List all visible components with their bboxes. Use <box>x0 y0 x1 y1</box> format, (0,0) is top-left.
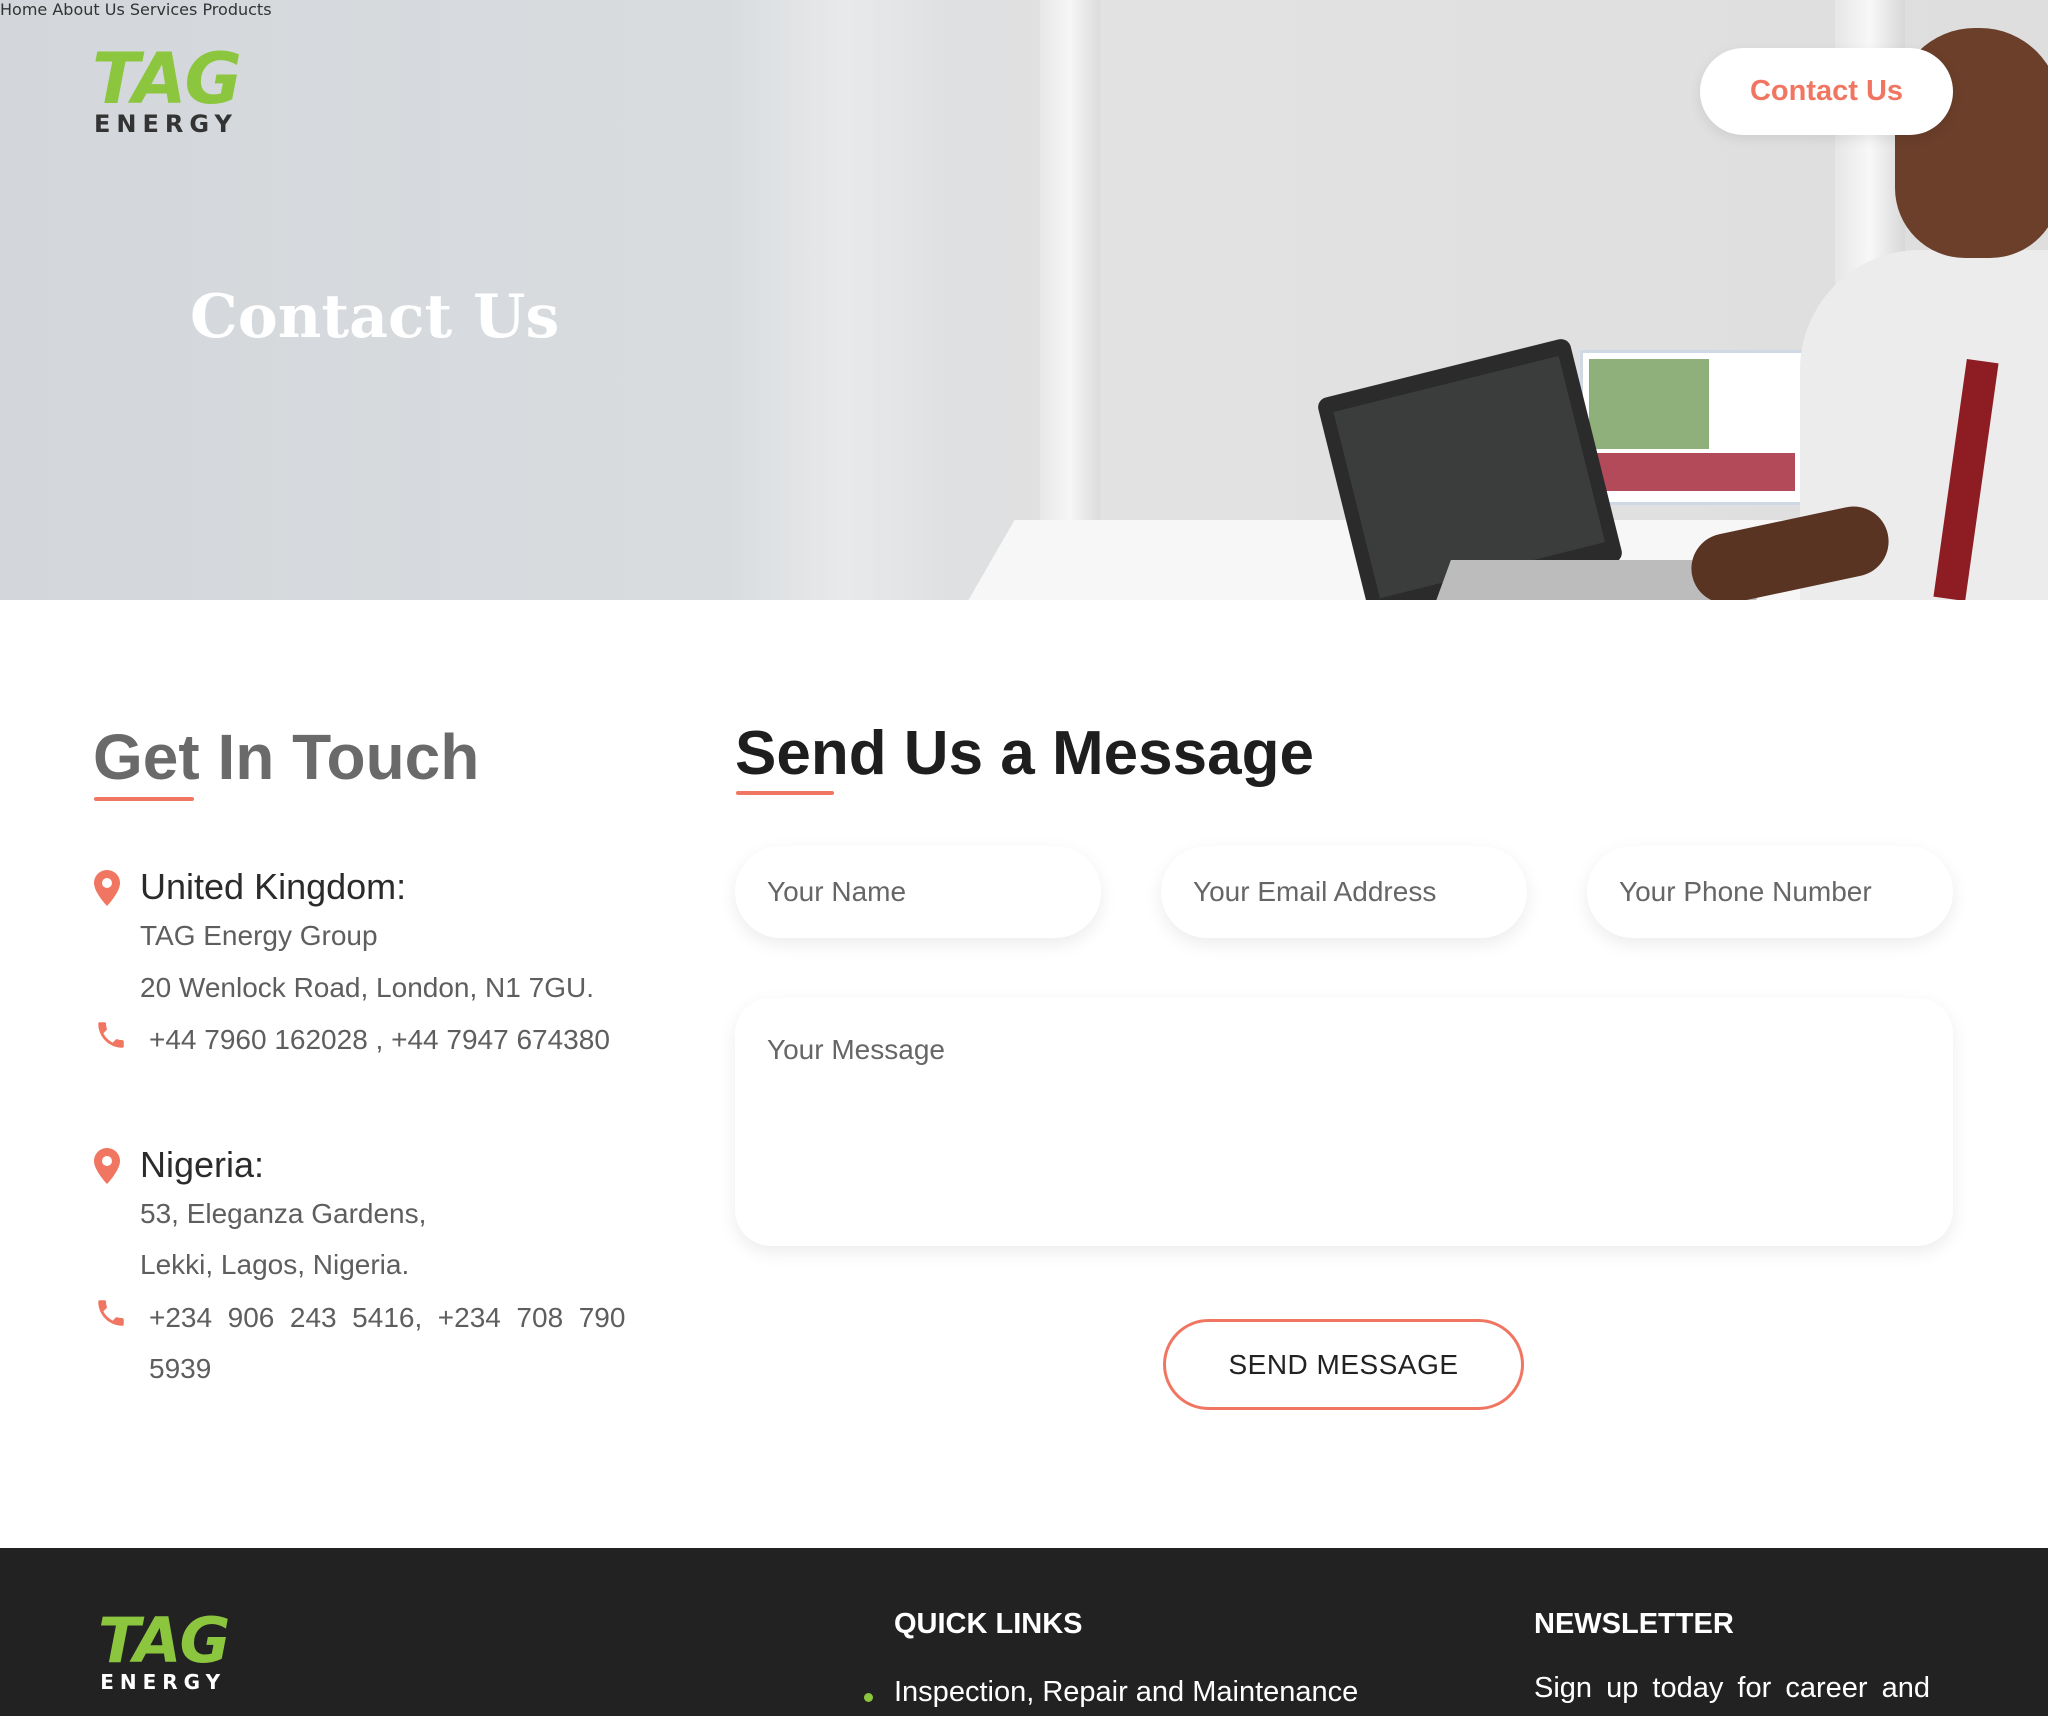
location-pin-icon <box>94 1148 120 1184</box>
site-footer: TAG ENERGY QUICK LINKS Inspection, Repai… <box>0 1548 2048 1716</box>
nigeria-address-line2: Lekki, Lagos, Nigeria. <box>140 1249 410 1280</box>
email-input[interactable] <box>1161 846 1527 938</box>
nigeria-phone-numbers-cont[interactable]: 5939 <box>149 1353 211 1385</box>
heading-underline <box>94 797 194 801</box>
message-textarea[interactable] <box>735 998 1953 1246</box>
uk-company-name: TAG Energy Group <box>140 920 378 951</box>
send-message-button[interactable]: SEND MESSAGE <box>1163 1319 1524 1410</box>
nav-home[interactable]: Home <box>0 0 47 19</box>
location-pin-icon <box>94 870 120 906</box>
name-input[interactable] <box>735 846 1101 938</box>
nav-services[interactable]: Services <box>130 0 197 19</box>
hero-wall-shade <box>730 0 960 600</box>
hero-desk-calendar <box>1580 350 1805 505</box>
quick-link-item[interactable]: Inspection, Repair and Maintenance <box>894 1676 1358 1709</box>
logo-wordmark: TAG <box>98 1604 230 1677</box>
list-bullet <box>864 1693 873 1702</box>
hero-column <box>1040 0 1100 600</box>
logo-subtitle: ENERGY <box>100 1670 227 1694</box>
phone-icon <box>98 1300 124 1326</box>
quick-links-heading: QUICK LINKS <box>894 1608 1083 1640</box>
hero-banner: TAG ENERGY Home About Us Services Produc… <box>0 0 2048 600</box>
logo-wordmark: TAG <box>92 38 242 120</box>
nav-products[interactable]: Products <box>202 0 271 19</box>
uk-address: 20 Wenlock Road, London, N1 7GU. <box>140 972 594 1003</box>
nigeria-phone-numbers[interactable]: +234 906 243 5416, +234 708 790 <box>149 1302 625 1334</box>
newsletter-text: Sign up today for career and <box>1534 1672 1930 1704</box>
page-title: Contact Us <box>190 282 560 352</box>
nigeria-region-title: Nigeria: <box>140 1144 265 1185</box>
main-nav: Home About Us Services Products <box>0 0 2048 19</box>
logo-subtitle: ENERGY <box>94 110 238 138</box>
heading-underline <box>736 791 834 795</box>
newsletter-heading: NEWSLETTER <box>1534 1608 1734 1640</box>
header-logo[interactable]: TAG ENERGY <box>92 38 242 138</box>
uk-phone-numbers[interactable]: +44 7960 162028 , +44 7947 674380 <box>149 1024 610 1056</box>
phone-icon <box>98 1022 124 1048</box>
uk-region-title: United Kingdom: <box>140 866 407 907</box>
phone-input[interactable] <box>1587 846 1953 938</box>
get-in-touch-heading: Get In Touch <box>93 721 480 793</box>
footer-logo[interactable]: TAG ENERGY <box>98 1604 230 1694</box>
nav-about-us[interactable]: About Us <box>52 0 124 19</box>
contact-us-button[interactable]: Contact Us <box>1700 48 1953 135</box>
nigeria-address-line1: 53, Eleganza Gardens, <box>140 1198 427 1229</box>
send-message-heading: Send Us a Message <box>735 719 1314 788</box>
